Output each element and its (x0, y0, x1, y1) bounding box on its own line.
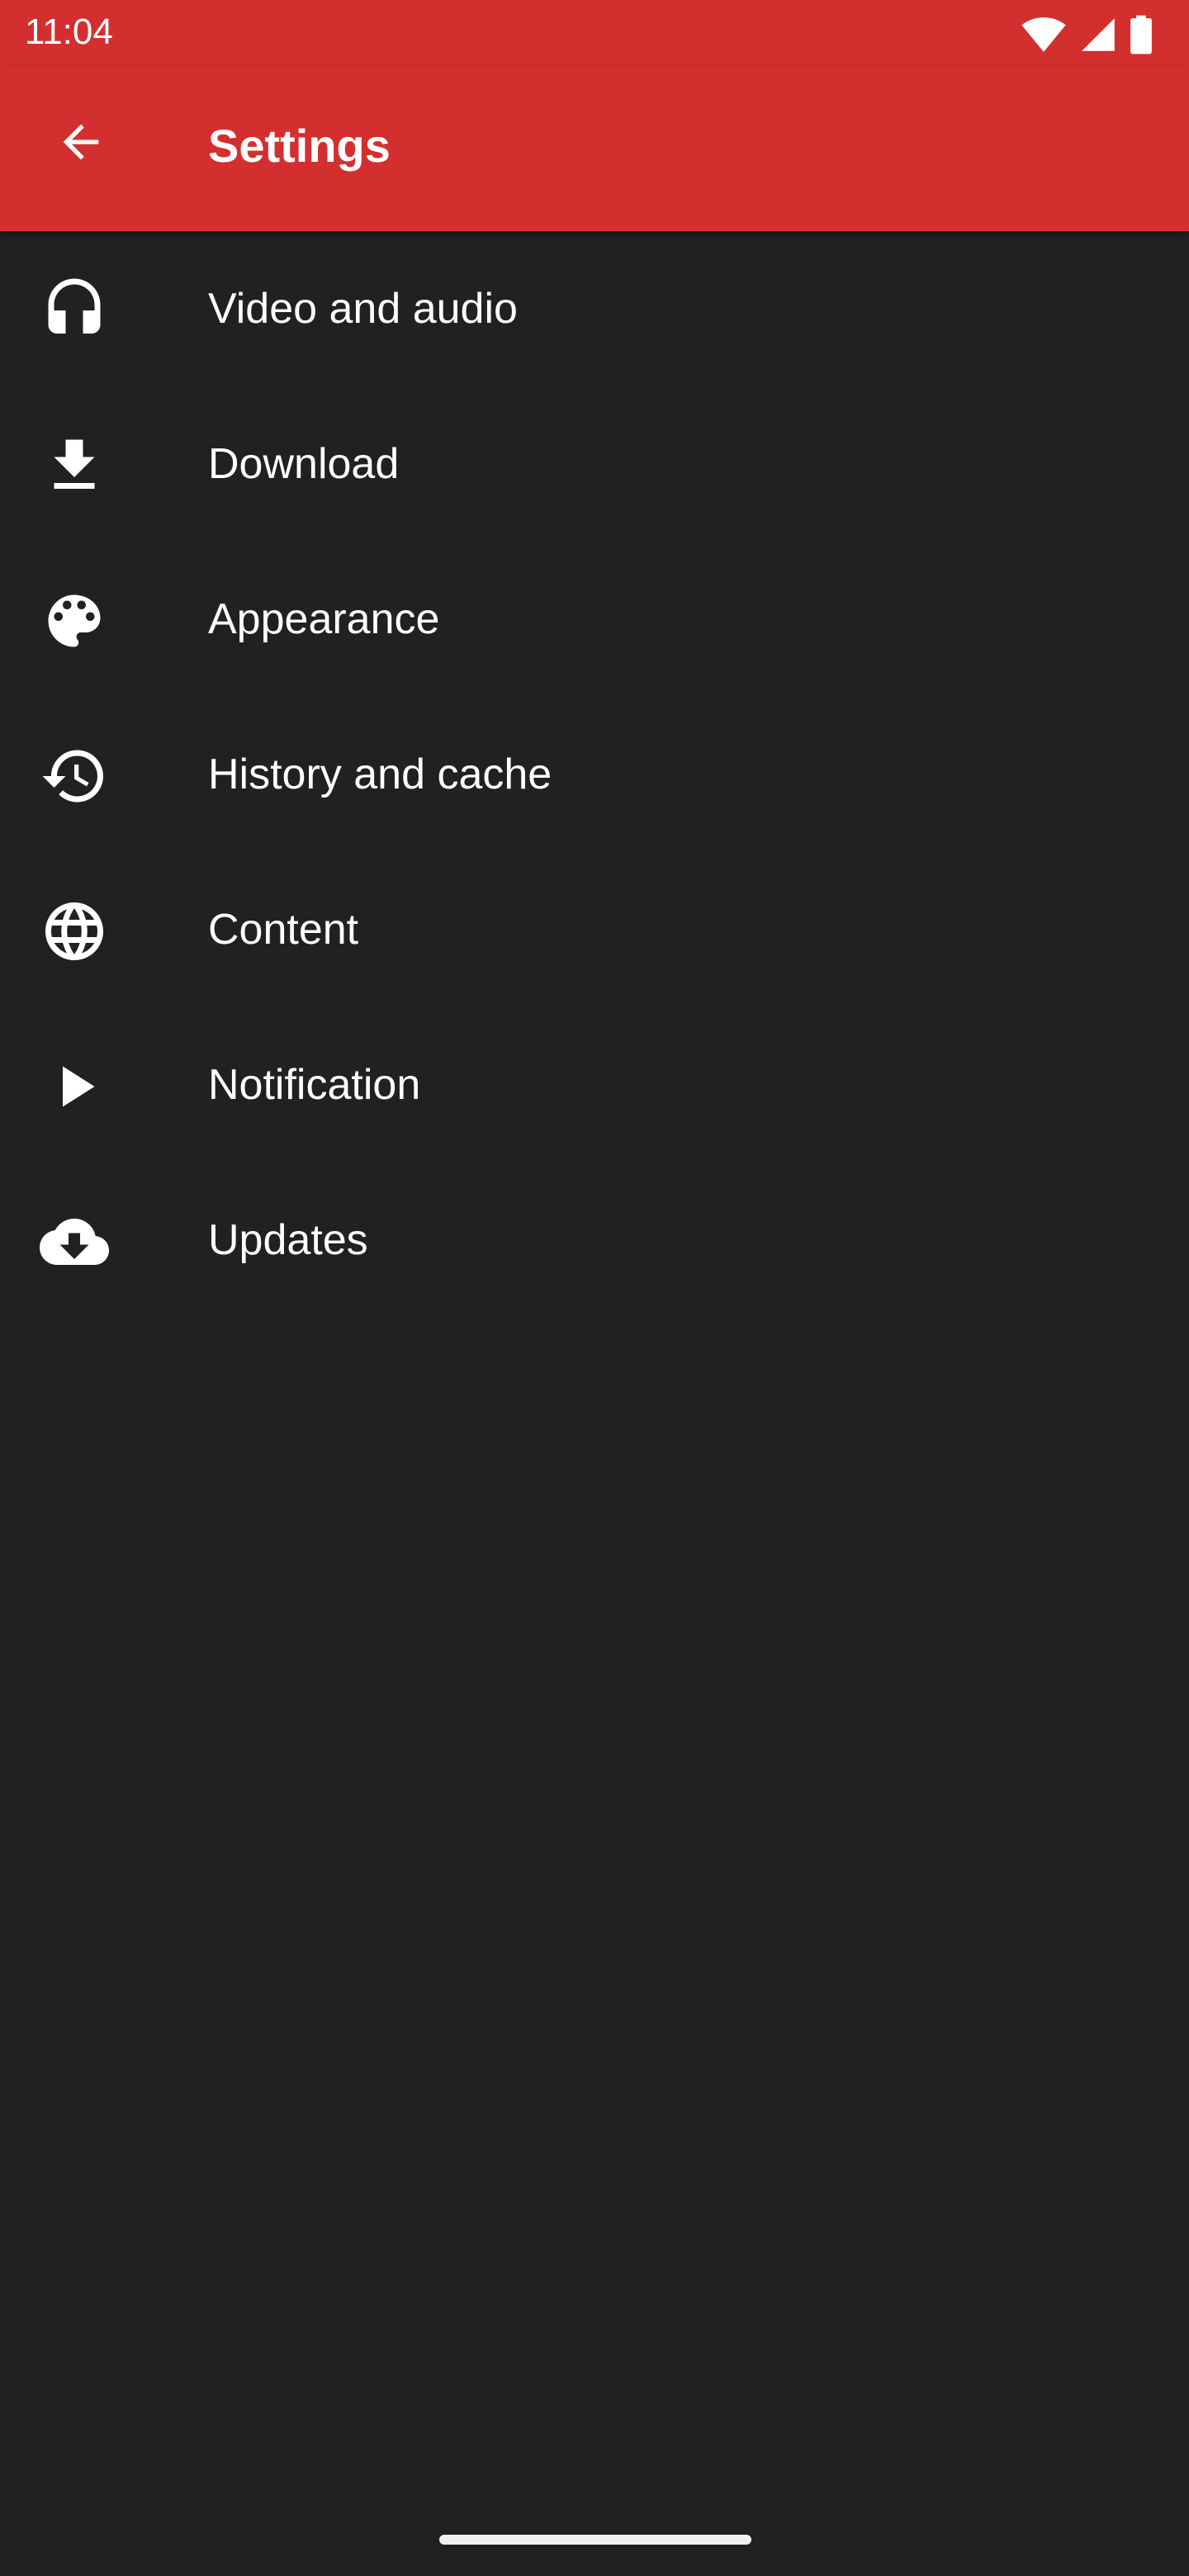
play-icon (40, 1052, 109, 1121)
settings-item-notification[interactable]: Notification (0, 1009, 1189, 1164)
headphones-icon (40, 276, 109, 345)
cell-signal-icon (1080, 17, 1116, 53)
settings-screen: 11:04 Settings Video and audio Download … (0, 0, 1189, 2576)
app-toolbar: Settings (0, 68, 1189, 231)
settings-item-label: Content (208, 906, 359, 954)
settings-item-appearance[interactable]: Appearance (0, 543, 1189, 698)
settings-item-label: Updates (208, 1216, 368, 1264)
status-bar: 11:04 (0, 0, 1189, 68)
back-button[interactable] (35, 97, 127, 190)
settings-item-video-and-audio[interactable]: Video and audio (0, 233, 1189, 388)
page-title: Settings (208, 120, 391, 172)
status-icons (1021, 15, 1153, 54)
download-icon (40, 431, 109, 500)
settings-item-label: Appearance (208, 595, 440, 643)
cloud-download-icon (40, 1207, 109, 1276)
settings-item-label: History and cache (208, 751, 552, 798)
settings-item-history-and-cache[interactable]: History and cache (0, 698, 1189, 854)
settings-item-content[interactable]: Content (0, 854, 1189, 1009)
home-indicator[interactable] (439, 2535, 751, 2545)
palette-icon (40, 586, 109, 656)
settings-item-label: Video and audio (208, 285, 518, 333)
settings-list: Video and audio Download Appearance Hist… (0, 233, 1189, 1319)
wifi-icon (1021, 17, 1067, 53)
history-icon (40, 741, 109, 811)
status-time: 11:04 (25, 12, 113, 52)
settings-item-label: Download (208, 440, 400, 488)
settings-item-download[interactable]: Download (0, 388, 1189, 543)
settings-item-label: Notification (208, 1061, 421, 1109)
settings-item-updates[interactable]: Updates (0, 1164, 1189, 1319)
globe-icon (40, 897, 109, 966)
arrow-back-icon (54, 116, 107, 173)
battery-icon (1130, 15, 1153, 54)
